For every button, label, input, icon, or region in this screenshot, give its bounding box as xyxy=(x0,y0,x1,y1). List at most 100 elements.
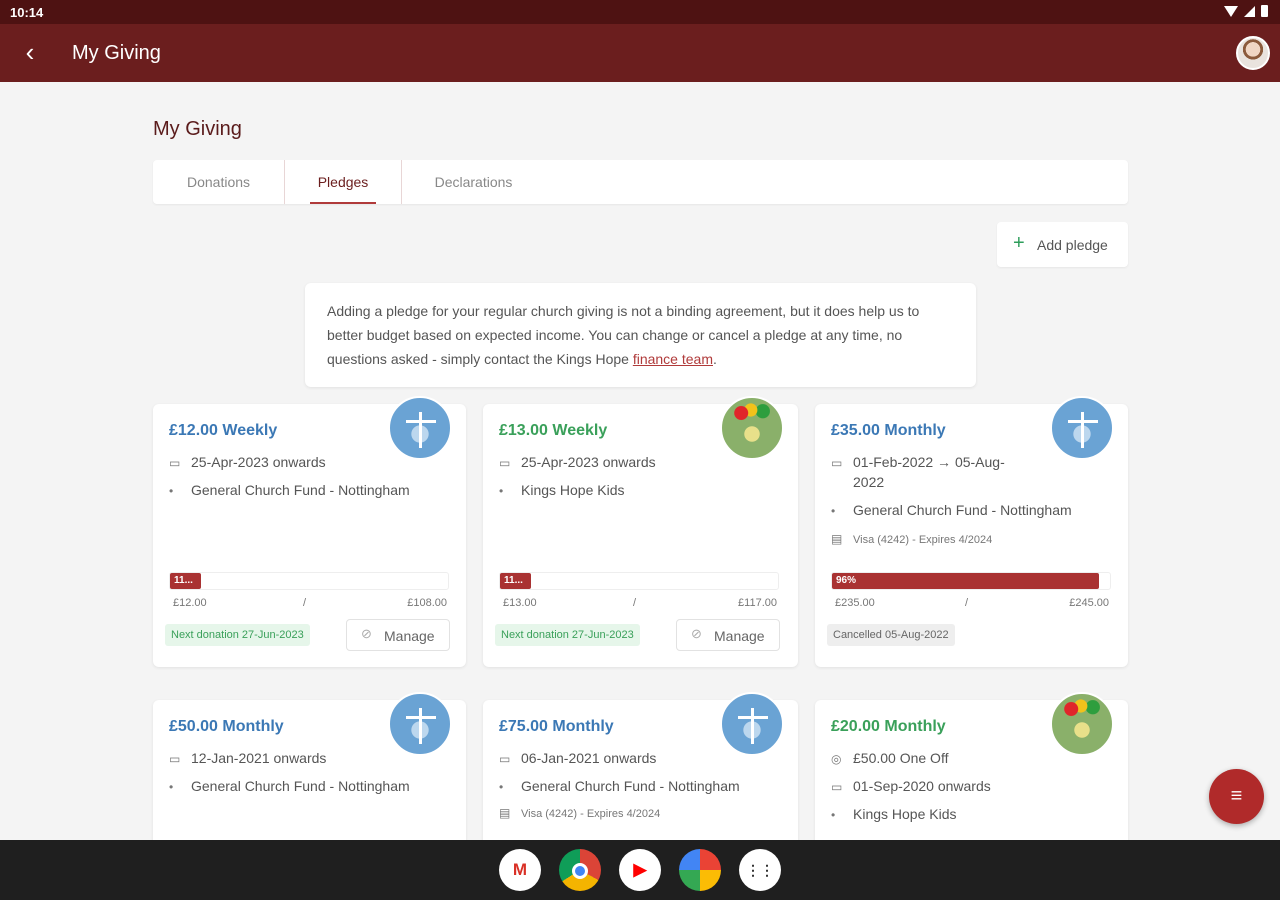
manage-button[interactable]: ⊘ Manage xyxy=(676,619,780,651)
pledge-card[interactable]: £13.00 Weekly ▭ 25-Apr-2023 onwards • King… xyxy=(483,396,798,667)
range-from: £12.00 xyxy=(173,597,207,609)
pledge-card[interactable]: £20.00 Monthly ◎ £50.00 One Off ▭ 01-Sep-2… xyxy=(815,692,1128,850)
photos-icon[interactable] xyxy=(679,849,721,891)
tab-pledges[interactable]: Pledges xyxy=(284,160,402,204)
pledge-card[interactable]: £12.00 Weekly ▭ 25-Apr-2023 onwards • Gene… xyxy=(153,396,466,667)
fund-dot-icon: • xyxy=(831,808,836,822)
one-off-amount: £50.00 One Off xyxy=(853,750,949,766)
plus-icon: + xyxy=(1013,232,1025,254)
system-icons xyxy=(1224,5,1268,17)
menu-fab-button[interactable]: ≡ xyxy=(1209,769,1264,824)
pledge-fund: Kings Hope Kids xyxy=(853,806,957,822)
pledge-date-row: ▭ 01-Sep-2020 onwards xyxy=(831,778,991,794)
active-tab-indicator xyxy=(310,202,376,204)
kids-logo-icon xyxy=(720,396,784,460)
giving-tabs: Donations Pledges Declarations xyxy=(153,160,1128,204)
pledge-date-row: ▭ 06-Jan-2021 onwards xyxy=(499,750,656,766)
pledge-card[interactable]: £75.00 Monthly ▭ 06-Jan-2021 onwards • Gen… xyxy=(483,692,798,850)
pledge-date: 01-Sep-2020 onwards xyxy=(853,778,991,794)
pledge-fund-row: • General Church Fund - Nottingham xyxy=(831,502,1072,518)
pledge-progress: 11... xyxy=(169,572,449,590)
pledge-date-row-2: 2022 xyxy=(853,474,884,490)
finance-team-link[interactable]: finance team xyxy=(633,351,713,367)
pledge-date: 06-Jan-2021 onwards xyxy=(521,750,657,766)
range-to: £245.00 xyxy=(1069,597,1109,609)
kids-logo-icon xyxy=(1050,692,1114,756)
church-logo-icon xyxy=(388,692,452,756)
app-bar: ‹ My Giving xyxy=(0,24,1280,82)
signal-icon xyxy=(1244,5,1255,17)
one-off-row: ◎ £50.00 One Off xyxy=(831,750,948,766)
add-pledge-button[interactable]: + Add pledge xyxy=(997,222,1128,267)
gmail-icon[interactable]: M xyxy=(499,849,541,891)
range-separator: / xyxy=(965,597,969,609)
one-off-icon: ◎ xyxy=(831,752,842,766)
payment-card-row: ▤ Visa (4242) - Expires 4/2024 xyxy=(499,806,660,820)
pledge-date-row: ▭ 25-Apr-2023 onwards xyxy=(169,454,326,470)
app-bar-title: My Giving xyxy=(72,42,161,64)
range-to: £108.00 xyxy=(407,597,447,609)
pledge-fund: General Church Fund - Nottingham xyxy=(853,502,1072,518)
menu-icon: ≡ xyxy=(1230,785,1243,807)
pledge-info-box: Adding a pledge for your regular church … xyxy=(305,283,976,387)
tab-declarations[interactable]: Declarations xyxy=(402,160,545,204)
church-logo-icon xyxy=(388,396,452,460)
tab-label: Donations xyxy=(186,174,251,190)
pledge-progress: 96% xyxy=(831,572,1111,590)
pledge-amount: £20.00 Monthly xyxy=(831,718,946,735)
pledge-fund-row: • General Church Fund - Nottingham xyxy=(169,778,410,794)
pledge-fund: General Church Fund - Nottingham xyxy=(521,778,740,794)
next-donation-badge: Next donation 27-Jun-2023 xyxy=(165,624,310,646)
pledge-fund: Kings Hope Kids xyxy=(521,482,625,498)
paperclip-icon: ⊘ xyxy=(361,626,372,641)
pledge-date-line2: 2022 xyxy=(853,474,885,490)
tab-donations[interactable]: Donations xyxy=(153,160,284,204)
app-drawer-icon[interactable]: ⋮⋮ xyxy=(739,849,781,891)
pledge-progress: 11... xyxy=(499,572,779,590)
calendar-icon: ▭ xyxy=(169,752,181,766)
calendar-icon: ▭ xyxy=(831,780,843,794)
range-separator: / xyxy=(633,597,637,609)
pledge-date: 12-Jan-2021 onwards xyxy=(191,750,327,766)
manage-button[interactable]: ⊘ Manage xyxy=(346,619,450,651)
next-donation-badge: Next donation 27-Jun-2023 xyxy=(495,624,640,646)
back-arrow-icon[interactable]: ‹ xyxy=(16,38,44,68)
calendar-icon: ▭ xyxy=(499,752,511,766)
credit-card-icon: ▤ xyxy=(831,532,843,546)
taskbar: M ▶ ⋮⋮ xyxy=(0,840,1280,900)
calendar-icon: ▭ xyxy=(831,456,843,470)
manage-label: Manage xyxy=(384,628,435,644)
calendar-icon: ▭ xyxy=(169,456,181,470)
status-time: 10:14 xyxy=(10,5,44,20)
pledge-amount: £35.00 Monthly xyxy=(831,422,946,439)
range-separator: / xyxy=(303,597,307,609)
pledge-card[interactable]: £35.00 Monthly ▭ 01-Feb-2022 → 05-Aug- 20… xyxy=(815,396,1128,667)
calendar-icon: ▭ xyxy=(499,456,511,470)
progress-fill: 96% xyxy=(832,573,1099,589)
paperclip-icon: ⊘ xyxy=(691,626,702,641)
pledge-fund: General Church Fund - Nottingham xyxy=(191,482,410,498)
payment-card-info: Visa (4242) - Expires 4/2024 xyxy=(853,534,993,546)
pledge-amount: £75.00 Monthly xyxy=(499,718,614,735)
chrome-icon[interactable] xyxy=(559,849,601,891)
credit-card-icon: ▤ xyxy=(499,806,511,820)
pledge-date: 25-Apr-2023 onwards xyxy=(191,454,326,470)
pledge-date-row: ▭ 12-Jan-2021 onwards xyxy=(169,750,326,766)
info-text: Adding a pledge for your regular church … xyxy=(327,303,920,367)
pledge-fund-row: • Kings Hope Kids xyxy=(499,482,625,498)
pledge-fund-row: • General Church Fund - Nottingham xyxy=(499,778,740,794)
status-bar: 10:14 xyxy=(0,0,1280,24)
info-end: . xyxy=(713,351,717,367)
progress-fill: 11... xyxy=(500,573,531,589)
cancelled-badge: Cancelled 05-Aug-2022 xyxy=(827,624,955,646)
pledge-amount: £12.00 Weekly xyxy=(169,422,278,439)
battery-icon xyxy=(1261,5,1268,17)
user-avatar[interactable] xyxy=(1236,36,1270,70)
pledge-fund: General Church Fund - Nottingham xyxy=(191,778,410,794)
pledge-card[interactable]: £50.00 Monthly ▭ 12-Jan-2021 onwards • Gen… xyxy=(153,692,466,850)
church-logo-icon xyxy=(720,692,784,756)
payment-card-info: Visa (4242) - Expires 4/2024 xyxy=(521,808,661,820)
youtube-icon[interactable]: ▶ xyxy=(619,849,661,891)
pledge-fund-row: • General Church Fund - Nottingham xyxy=(169,482,410,498)
pledge-date-row: ▭ 25-Apr-2023 onwards xyxy=(499,454,656,470)
